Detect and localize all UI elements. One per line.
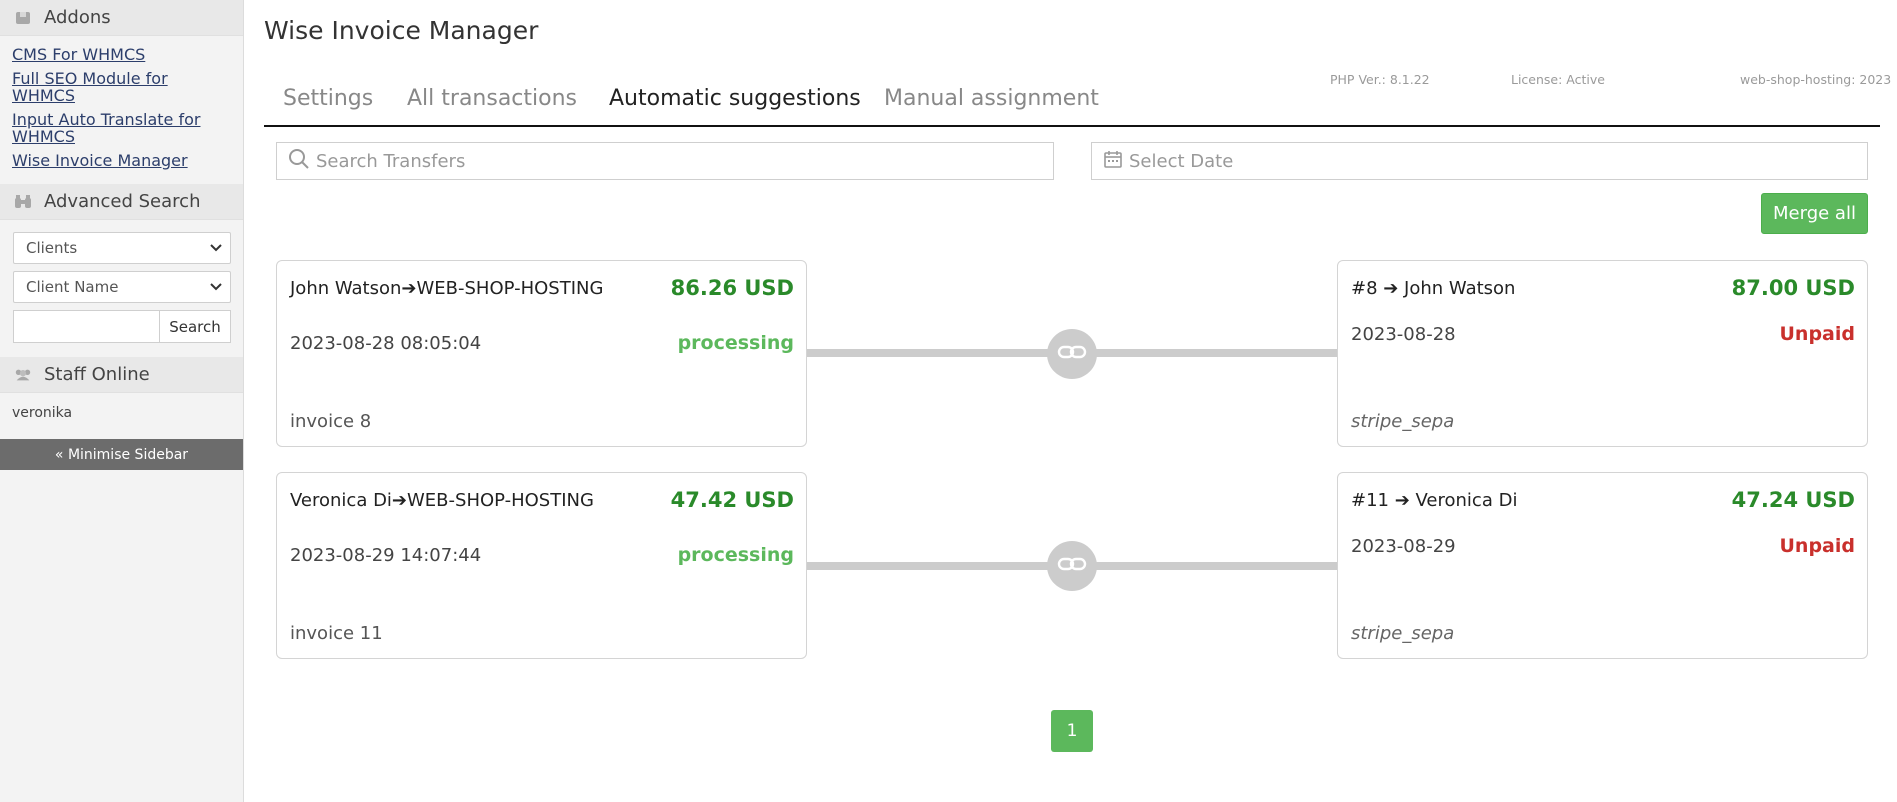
merge-all-button[interactable]: Merge all [1761, 193, 1868, 234]
staff-online-title: Staff Online [44, 364, 150, 385]
php-version: PHP Ver.: 8.1.22 [1330, 72, 1430, 87]
transaction-title: Veronica Di➔WEB-SHOP-HOSTING [290, 490, 594, 511]
search-field-value: Client Name [26, 278, 119, 296]
invoice-card[interactable]: #11 ➔ Veronica Di 47.24 USD 2023-08-29 U… [1337, 472, 1868, 659]
invoice-amount: 47.24 USD [1731, 488, 1855, 512]
sidebar-search-input[interactable] [13, 310, 159, 343]
staff-online-header: Staff Online [0, 357, 243, 393]
invoice-date: 2023-08-29 [1351, 536, 1456, 557]
calendar-icon [1103, 149, 1129, 174]
chevron-down-icon [210, 280, 222, 295]
license-status: License: Active [1511, 72, 1605, 87]
addon-link-wise-invoice[interactable]: Wise Invoice Manager [12, 152, 231, 169]
addon-link-seo[interactable]: Full SEO Module for WHMCS [12, 70, 231, 104]
staff-users-icon [14, 366, 32, 384]
advanced-search-title: Advanced Search [44, 191, 201, 212]
transaction-amount: 47.42 USD [670, 488, 794, 512]
sidebar: Addons CMS For WHMCS Full SEO Module for… [0, 0, 244, 802]
transaction-datetime: 2023-08-28 08:05:04 [290, 333, 482, 354]
transaction-note: invoice 11 [290, 623, 383, 644]
transaction-title: John Watson➔WEB-SHOP-HOSTING [290, 278, 604, 299]
site-info: web-shop-hosting: 2023 [1740, 72, 1892, 87]
search-icon [288, 148, 316, 175]
invoice-card[interactable]: #8 ➔ John Watson 87.00 USD 2023-08-28 Un… [1337, 260, 1868, 447]
invoice-date: 2023-08-28 [1351, 324, 1456, 345]
invoice-payment-method: stripe_sepa [1351, 623, 1455, 644]
addons-box-icon [14, 9, 32, 27]
merge-link-button[interactable] [1047, 329, 1097, 379]
invoice-amount: 87.00 USD [1731, 276, 1855, 300]
transaction-note: invoice 8 [290, 411, 372, 432]
tab-automatic-suggestions[interactable]: Automatic suggestions [609, 86, 861, 111]
addons-header: Addons [0, 0, 243, 36]
select-date-placeholder: Select Date [1129, 150, 1234, 172]
sidebar-search-button[interactable]: Search [159, 310, 231, 343]
invoice-status: Unpaid [1779, 535, 1856, 557]
transaction-status: processing [677, 544, 794, 566]
search-field-select[interactable]: Client Name [13, 271, 231, 303]
search-transfers-input[interactable]: Search Transfers [276, 142, 1054, 180]
select-date-input[interactable]: Select Date [1091, 142, 1868, 180]
transaction-amount: 86.26 USD [670, 276, 794, 300]
sidebar-search-group: Search [13, 310, 231, 343]
page-title: Wise Invoice Manager [264, 16, 539, 45]
link-chain-icon [1057, 343, 1087, 365]
minimise-sidebar-button[interactable]: « Minimise Sidebar [0, 439, 243, 470]
pagination-page-button[interactable]: 1 [1051, 710, 1093, 752]
addon-link-cms[interactable]: CMS For WHMCS [12, 46, 231, 63]
addon-link-translate[interactable]: Input Auto Translate for WHMCS [12, 111, 231, 145]
invoice-payment-method: stripe_sepa [1351, 411, 1455, 432]
transaction-status: processing [677, 332, 794, 354]
search-transfers-placeholder: Search Transfers [316, 150, 466, 172]
search-type-value: Clients [26, 239, 78, 257]
transaction-datetime: 2023-08-29 14:07:44 [290, 545, 482, 566]
addons-title: Addons [44, 7, 111, 28]
invoice-title: #8 ➔ John Watson [1351, 278, 1516, 299]
advanced-search-header: Advanced Search [0, 184, 243, 220]
transaction-card[interactable]: Veronica Di➔WEB-SHOP-HOSTING 47.42 USD 2… [276, 472, 807, 659]
link-chain-icon [1057, 555, 1087, 577]
search-type-select[interactable]: Clients [13, 232, 231, 264]
tab-bar: Settings All transactions Automatic sugg… [264, 68, 1880, 127]
addons-links: CMS For WHMCS Full SEO Module for WHMCS … [0, 36, 243, 184]
chevron-down-icon [210, 241, 222, 256]
transaction-card[interactable]: John Watson➔WEB-SHOP-HOSTING 86.26 USD 2… [276, 260, 807, 447]
merge-link-button[interactable] [1047, 541, 1097, 591]
tab-settings[interactable]: Settings [283, 86, 373, 111]
staff-online-user[interactable]: veronika [0, 393, 243, 439]
invoice-title: #11 ➔ Veronica Di [1351, 490, 1518, 511]
tab-manual-assignment[interactable]: Manual assignment [884, 86, 1099, 111]
tab-all-transactions[interactable]: All transactions [407, 86, 577, 111]
invoice-status: Unpaid [1779, 323, 1856, 345]
binoculars-icon [14, 193, 32, 211]
